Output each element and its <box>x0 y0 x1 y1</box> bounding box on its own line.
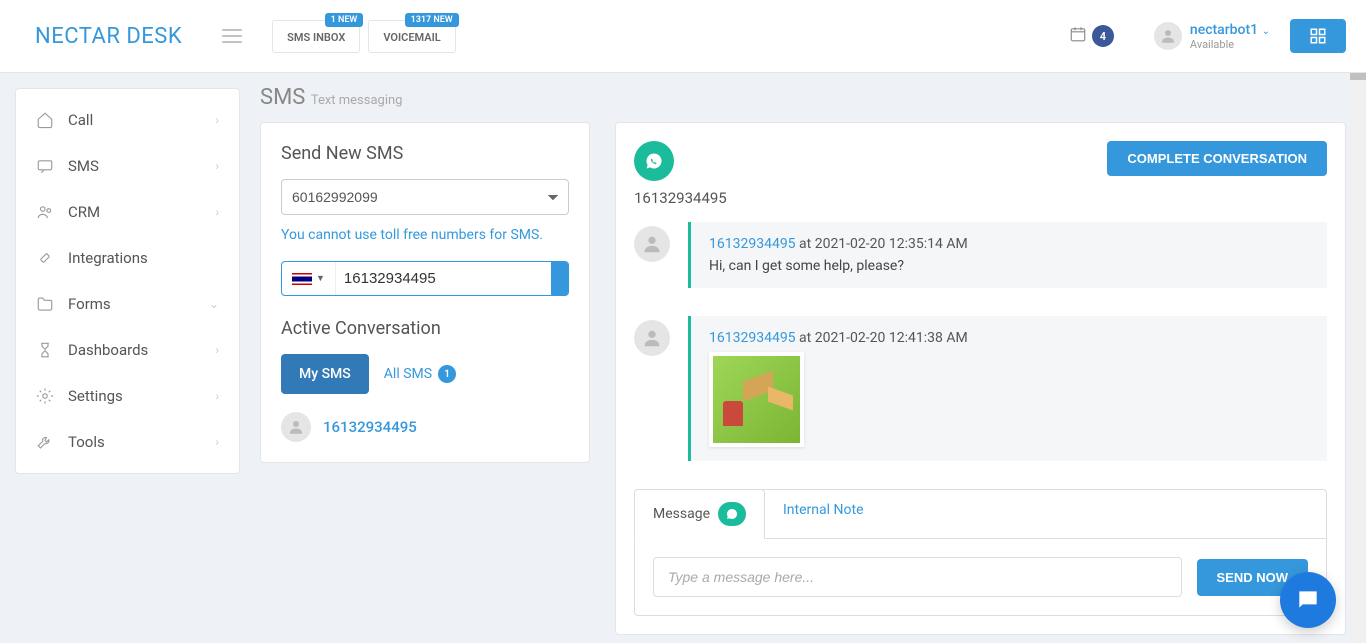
message-avatar-icon <box>634 226 670 262</box>
voicemail-badge: 1317 NEW <box>405 13 459 27</box>
users-icon <box>36 203 58 221</box>
calendar-icon[interactable] <box>1069 25 1087 47</box>
chevron-right-icon: › <box>215 435 219 449</box>
chevron-right-icon: › <box>215 343 219 357</box>
voicemail-label: VOICEMAIL <box>383 31 440 44</box>
sidebar-label: Settings <box>68 387 123 405</box>
wrench-icon <box>36 433 58 451</box>
from-number-select[interactable]: 60162992099 <box>281 179 569 215</box>
sidebar: Call › SMS › CRM › Integrations Forms ⌄ <box>0 73 255 643</box>
send-sms-title: Send New SMS <box>281 143 569 164</box>
toll-free-warning: You cannot use toll free numbers for SMS… <box>281 227 569 243</box>
message-sender[interactable]: 16132934495 <box>709 330 796 346</box>
chat-icon <box>36 157 58 175</box>
user-avatar-icon <box>1154 22 1182 50</box>
page-title: SMS Text messaging <box>260 85 1346 110</box>
message-input[interactable] <box>653 557 1182 597</box>
sidebar-label: CRM <box>68 203 100 221</box>
compose-note-tab[interactable]: Internal Note <box>765 490 882 538</box>
user-status: Available <box>1190 38 1234 51</box>
sidebar-item-call[interactable]: Call › <box>16 97 239 143</box>
gear-icon <box>36 387 58 405</box>
menu-toggle-icon[interactable] <box>222 29 242 43</box>
whatsapp-small-icon <box>718 502 746 526</box>
sidebar-item-sms[interactable]: SMS › <box>16 143 239 189</box>
sidebar-item-crm[interactable]: CRM › <box>16 189 239 235</box>
whatsapp-icon <box>634 141 674 181</box>
message-timestamp: at 2021-02-20 12:35:14 AM <box>796 236 968 252</box>
chevron-down-icon: ⌄ <box>209 297 219 311</box>
all-sms-tab[interactable]: All SMS 1 <box>384 365 456 383</box>
contact-avatar-icon <box>281 412 311 442</box>
all-sms-count: 1 <box>438 365 456 383</box>
message-row: 16132934495 at 2021-02-20 12:41:38 AM <box>634 316 1327 461</box>
chevron-right-icon: › <box>215 389 219 403</box>
apps-grid-button[interactable] <box>1290 19 1346 53</box>
top-bar: NECTAR DESK SMS INBOX 1 NEW VOICEMAIL 13… <box>0 0 1366 73</box>
message-timestamp: at 2021-02-20 12:41:38 AM <box>796 330 968 346</box>
sidebar-item-integrations[interactable]: Integrations <box>16 235 239 281</box>
message-sender[interactable]: 16132934495 <box>709 236 796 252</box>
chat-contact-number: 16132934495 <box>634 189 1327 207</box>
compose-message-tab[interactable]: Message <box>634 489 765 539</box>
chevron-right-icon: › <box>215 159 219 173</box>
go-button[interactable]: GO! <box>551 262 569 295</box>
compose-area: Message Internal Note SEND NOW <box>634 489 1327 616</box>
chevron-right-icon: › <box>215 113 219 127</box>
sidebar-item-dashboards[interactable]: Dashboards › <box>16 327 239 373</box>
message-text: Hi, can I get some help, please? <box>709 258 1309 274</box>
user-name: nectarbot1 ⌄ <box>1190 22 1270 38</box>
sidebar-label: Tools <box>68 433 105 451</box>
sidebar-label: Forms <box>68 295 111 313</box>
send-sms-panel: Send New SMS 60162992099 You cannot use … <box>260 122 590 463</box>
sidebar-label: SMS <box>68 157 99 175</box>
my-sms-tab[interactable]: My SMS <box>281 354 369 394</box>
to-number-input[interactable] <box>336 262 551 295</box>
message-row: 16132934495 at 2021-02-20 12:35:14 AM Hi… <box>634 222 1327 288</box>
chevron-right-icon: › <box>215 205 219 219</box>
sms-inbox-tab[interactable]: SMS INBOX 1 NEW <box>272 20 360 53</box>
user-menu[interactable]: nectarbot1 ⌄ Available <box>1154 22 1270 51</box>
chat-fab-button[interactable] <box>1280 572 1336 628</box>
sidebar-label: Call <box>68 111 93 129</box>
conversation-item[interactable]: 16132934495 <box>281 412 569 442</box>
hourglass-icon <box>36 341 58 359</box>
logo[interactable]: NECTAR DESK <box>35 24 182 49</box>
sms-inbox-label: SMS INBOX <box>287 31 345 44</box>
page-scrollbar[interactable] <box>1350 0 1366 643</box>
sms-inbox-badge: 1 NEW <box>325 13 364 27</box>
folder-icon <box>36 295 58 313</box>
sidebar-item-settings[interactable]: Settings › <box>16 373 239 419</box>
message-image[interactable] <box>709 352 804 447</box>
message-avatar-icon <box>634 320 670 356</box>
sidebar-item-tools[interactable]: Tools › <box>16 419 239 465</box>
flag-icon <box>292 273 312 285</box>
voicemail-tab[interactable]: VOICEMAIL 1317 NEW <box>368 20 455 53</box>
calendar-count-badge[interactable]: 4 <box>1092 25 1114 47</box>
plug-icon <box>36 249 58 267</box>
country-flag-selector[interactable]: ▼ <box>282 262 336 295</box>
chat-panel: COMPLETE CONVERSATION 16132934495 161329… <box>615 122 1346 635</box>
complete-conversation-button[interactable]: COMPLETE CONVERSATION <box>1107 141 1327 176</box>
sidebar-item-forms[interactable]: Forms ⌄ <box>16 281 239 327</box>
active-conversation-title: Active Conversation <box>281 318 569 339</box>
sidebar-label: Integrations <box>68 249 148 267</box>
conversation-number: 16132934495 <box>323 418 417 436</box>
home-icon <box>36 111 58 129</box>
sidebar-label: Dashboards <box>68 341 148 359</box>
